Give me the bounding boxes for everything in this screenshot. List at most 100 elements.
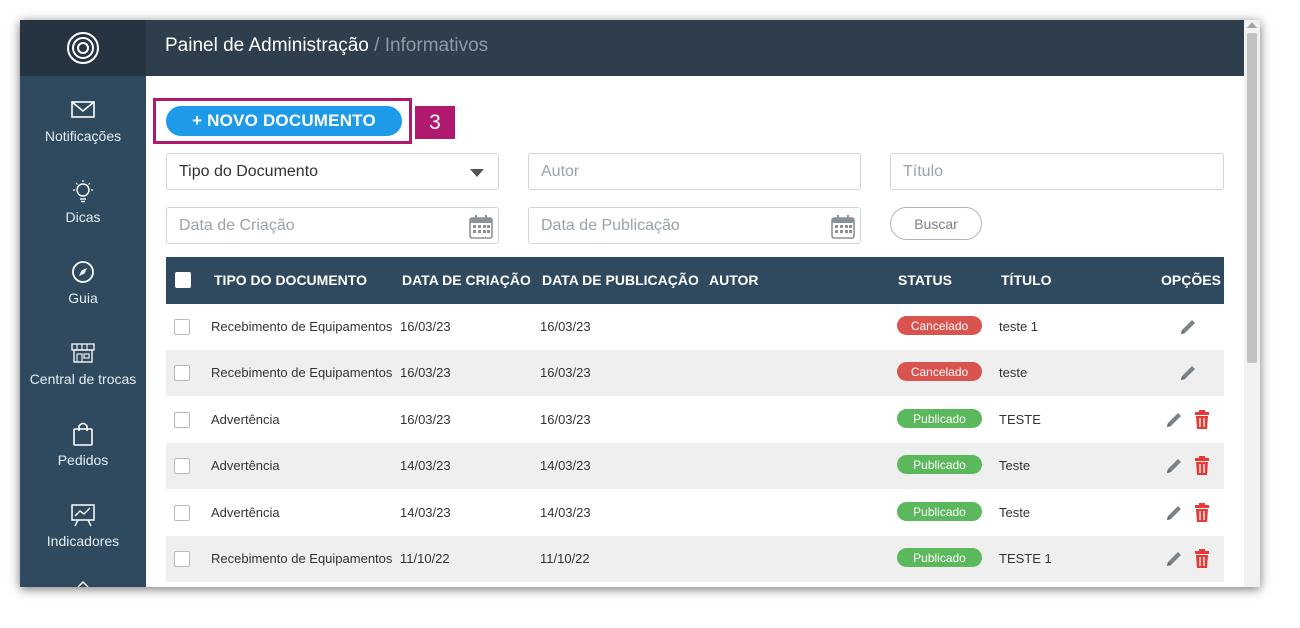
delete-trash-icon[interactable] xyxy=(1194,410,1210,430)
cell-published: 16/03/23 xyxy=(540,365,591,380)
cell-type: Advertência xyxy=(211,505,280,520)
cell-created: 16/03/23 xyxy=(400,319,451,334)
creation-date-input[interactable]: Data de Criação xyxy=(166,207,499,244)
cell-created: 16/03/23 xyxy=(400,412,451,427)
edit-pencil-icon[interactable] xyxy=(1178,317,1198,337)
document-type-value: Tipo do Documento xyxy=(179,162,319,180)
calendar-icon[interactable] xyxy=(468,214,494,240)
top-bar: Painel de Administração / Informativos xyxy=(146,20,1244,76)
column-header-title[interactable]: TÍTULO xyxy=(1001,272,1052,288)
edit-pencil-icon[interactable] xyxy=(1164,503,1184,523)
sidebar-item-notificacoes[interactable]: Notificações xyxy=(20,98,146,144)
status-badge: Publicado xyxy=(897,548,982,567)
storefront-icon xyxy=(71,343,95,363)
cell-type: Advertência xyxy=(211,412,280,427)
edit-pencil-icon[interactable] xyxy=(1178,363,1198,383)
table-header: TIPO DO DOCUMENTO DATA DE CRIAÇÃO DATA D… xyxy=(166,257,1224,304)
table-row[interactable]: Recebimento de Equipamentos 11/10/22 11/… xyxy=(166,536,1224,582)
sidebar-item-label: Central de trocas xyxy=(29,371,137,387)
edit-pencil-icon[interactable] xyxy=(1164,456,1184,476)
status-badge: Cancelado xyxy=(897,316,982,335)
scroll-up-arrow-icon[interactable] xyxy=(1247,22,1257,28)
table-row[interactable]: Recebimento de Equipamentos 16/03/23 16/… xyxy=(166,350,1224,396)
vertical-scrollbar[interactable] xyxy=(1244,20,1260,587)
cell-published: 14/03/23 xyxy=(540,505,591,520)
cell-title: Teste xyxy=(999,458,1031,473)
chart-board-icon xyxy=(71,504,95,527)
cell-title: teste xyxy=(999,365,1028,380)
cell-type: Recebimento de Equipamentos xyxy=(211,319,393,334)
cell-type: Recebimento de Equipamentos xyxy=(211,365,393,380)
cell-title: TESTE 1 xyxy=(999,551,1052,566)
sidebar-item-pedidos[interactable]: Pedidos xyxy=(20,422,146,468)
delete-trash-icon[interactable] xyxy=(1194,456,1210,476)
table-row[interactable]: Advertência 14/03/23 14/03/23 Publicado … xyxy=(166,443,1224,489)
status-badge: Publicado xyxy=(897,455,982,474)
column-header-type[interactable]: TIPO DO DOCUMENTO xyxy=(214,272,367,288)
sidebar-item-label: Notificações xyxy=(44,128,122,144)
shopping-bag-icon xyxy=(73,422,93,446)
author-input[interactable]: Autor xyxy=(528,153,861,190)
cell-type: Advertência xyxy=(211,458,280,473)
sidebar-item-dicas[interactable]: Dicas xyxy=(20,179,146,225)
logo[interactable] xyxy=(20,20,146,76)
more-items-icon xyxy=(77,581,89,587)
envelope-icon xyxy=(71,101,95,118)
concentric-circles-logo-icon xyxy=(67,32,99,64)
column-header-options: OPÇÕES xyxy=(1161,272,1221,288)
row-checkbox[interactable] xyxy=(174,551,190,567)
breadcrumb-section[interactable]: Informativos xyxy=(385,35,488,56)
status-badge: Publicado xyxy=(897,409,982,428)
select-all-checkbox[interactable] xyxy=(175,272,191,288)
column-header-published[interactable]: DATA DE PUBLICAÇÃO xyxy=(542,272,699,288)
calendar-icon[interactable] xyxy=(830,214,856,240)
sidebar-item-central-de-trocas[interactable]: Central de trocas xyxy=(20,341,146,387)
breadcrumb-separator: / xyxy=(368,35,385,56)
edit-pencil-icon[interactable] xyxy=(1164,549,1184,569)
table-row[interactable]: Advertência 14/03/23 14/03/23 Publicado … xyxy=(166,490,1224,536)
cell-title: TESTE xyxy=(999,412,1041,427)
page-title: Painel de Administração xyxy=(165,35,369,56)
cell-published: 16/03/23 xyxy=(540,412,591,427)
publication-date-input[interactable]: Data de Publicação xyxy=(528,207,861,244)
search-button[interactable]: Buscar xyxy=(890,207,982,240)
row-checkbox[interactable] xyxy=(174,458,190,474)
document-type-select[interactable]: Tipo do Documento xyxy=(166,153,499,190)
creation-date-placeholder: Data de Criação xyxy=(179,216,295,234)
title-input[interactable]: Título xyxy=(890,153,1224,190)
sidebar-item-label: Dicas xyxy=(65,209,101,225)
cell-created: 14/03/23 xyxy=(400,458,451,473)
cell-published: 16/03/23 xyxy=(540,319,591,334)
delete-trash-icon[interactable] xyxy=(1194,503,1210,523)
app-window: Notificações Dicas Guia Central de troca… xyxy=(20,20,1260,587)
sidebar-item-guia[interactable]: Guia xyxy=(20,260,146,306)
cell-published: 14/03/23 xyxy=(540,458,591,473)
sidebar: Notificações Dicas Guia Central de troca… xyxy=(20,20,146,587)
compass-icon xyxy=(72,261,94,283)
table-row[interactable]: Advertência 16/03/23 16/03/23 Publicado … xyxy=(166,397,1224,443)
tutorial-highlight-box xyxy=(153,98,412,144)
lightbulb-icon xyxy=(73,180,93,203)
row-checkbox[interactable] xyxy=(174,505,190,521)
delete-trash-icon[interactable] xyxy=(1194,549,1210,569)
scrollbar-thumb[interactable] xyxy=(1247,33,1257,363)
publication-date-placeholder: Data de Publicação xyxy=(541,216,680,234)
sidebar-item-label: Indicadores xyxy=(46,533,120,549)
cell-created: 11/10/22 xyxy=(400,551,450,566)
tutorial-step-badge: 3 xyxy=(415,106,455,139)
edit-pencil-icon[interactable] xyxy=(1164,410,1184,430)
cell-type: Recebimento de Equipamentos xyxy=(211,551,393,566)
title-placeholder: Título xyxy=(903,162,944,180)
cell-published: 11/10/22 xyxy=(540,551,590,566)
row-checkbox[interactable] xyxy=(174,319,190,335)
row-checkbox[interactable] xyxy=(174,412,190,428)
author-placeholder: Autor xyxy=(541,162,580,180)
sidebar-item-indicadores[interactable]: Indicadores xyxy=(20,503,146,549)
column-header-status[interactable]: STATUS xyxy=(898,272,952,288)
column-header-created[interactable]: DATA DE CRIAÇÃO xyxy=(402,272,531,288)
cell-title: teste 1 xyxy=(999,319,1039,334)
row-checkbox[interactable] xyxy=(174,365,190,381)
cell-title: Teste xyxy=(999,505,1031,520)
column-header-author[interactable]: AUTOR xyxy=(709,272,759,288)
table-row[interactable]: Recebimento de Equipamentos 16/03/23 16/… xyxy=(166,304,1224,350)
